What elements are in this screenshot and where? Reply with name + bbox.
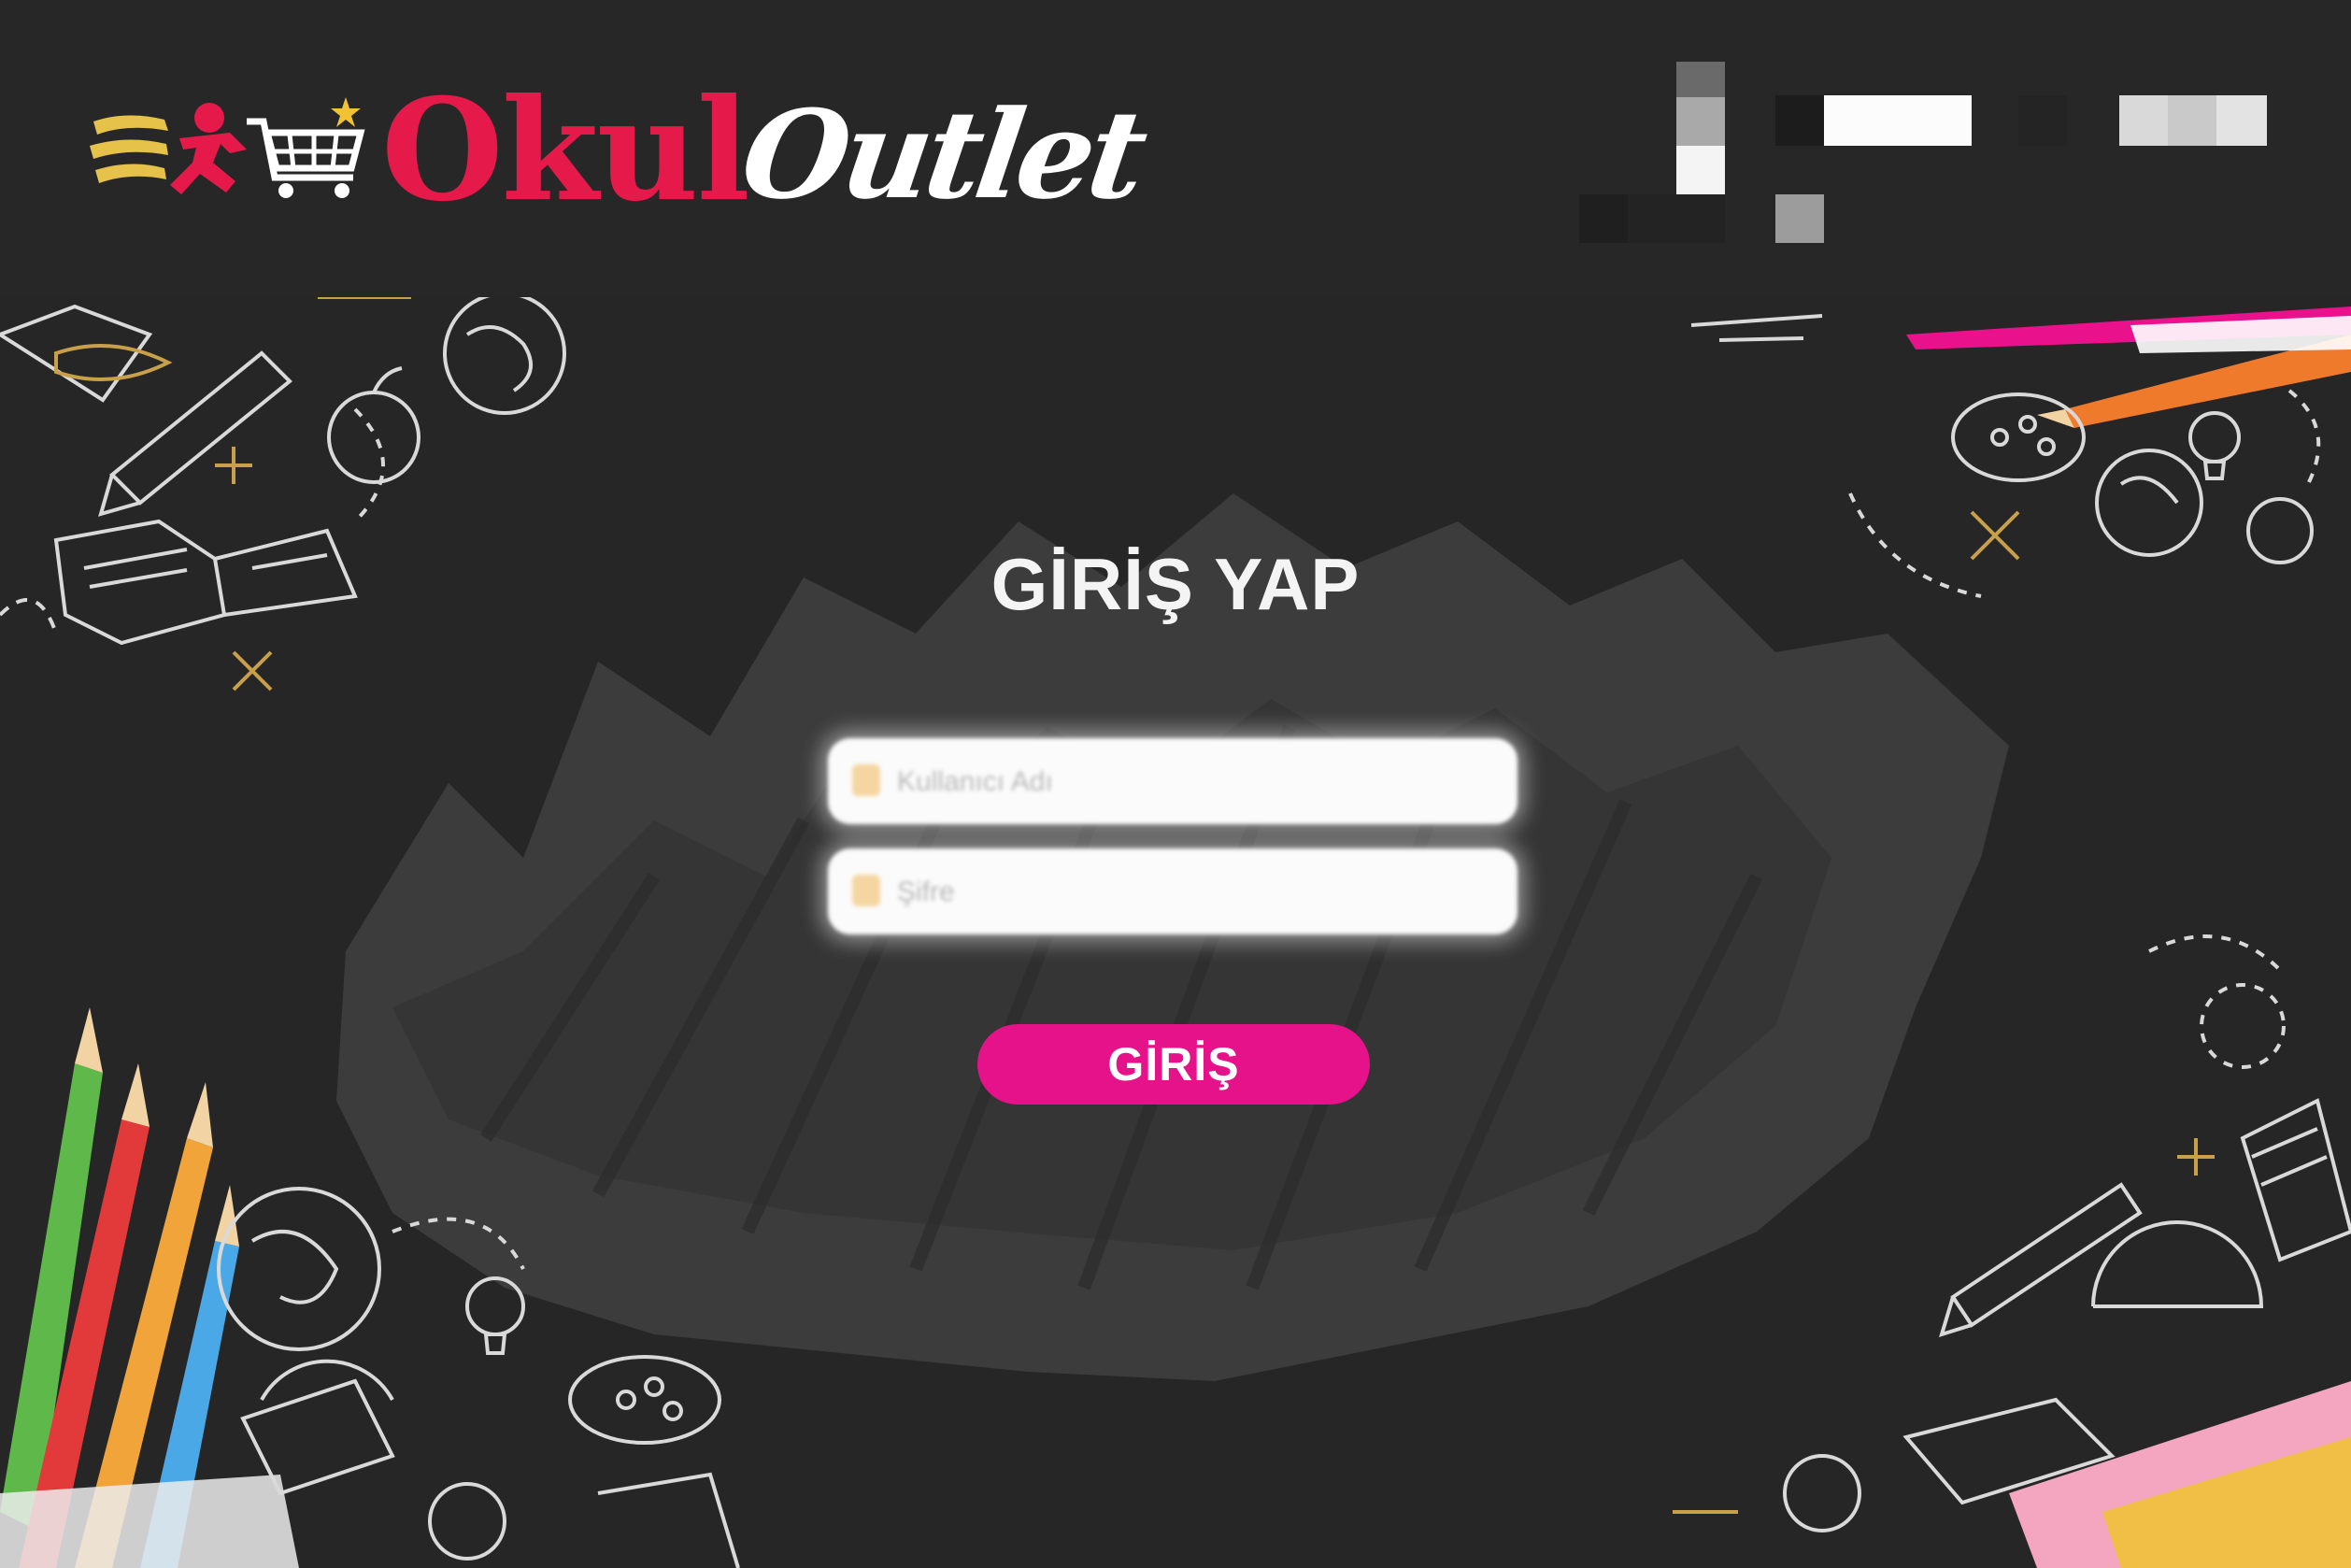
password-input[interactable]: [895, 867, 1478, 918]
logo-text-outlet: Outlet: [734, 83, 1150, 226]
login-title: GİRİŞ YAP: [990, 543, 1361, 625]
chalkboard-background: GİRİŞ YAP GİRİŞ: [0, 297, 2351, 1568]
username-field[interactable]: [828, 738, 1517, 824]
site-header: Okul Outlet: [0, 0, 2351, 297]
username-input[interactable]: [895, 757, 1478, 807]
okul-outlet-logo[interactable]: Okul Outlet: [90, 80, 1150, 226]
user-icon: [852, 764, 880, 796]
lock-icon: [852, 875, 880, 906]
running-man-cart-icon: [90, 97, 365, 198]
login-form: GİRİŞ YAP GİRİŞ: [0, 297, 2351, 1568]
login-button[interactable]: GİRİŞ: [977, 1024, 1370, 1105]
password-field[interactable]: [828, 848, 1517, 934]
logo-text-okul: Okul: [381, 68, 750, 233]
